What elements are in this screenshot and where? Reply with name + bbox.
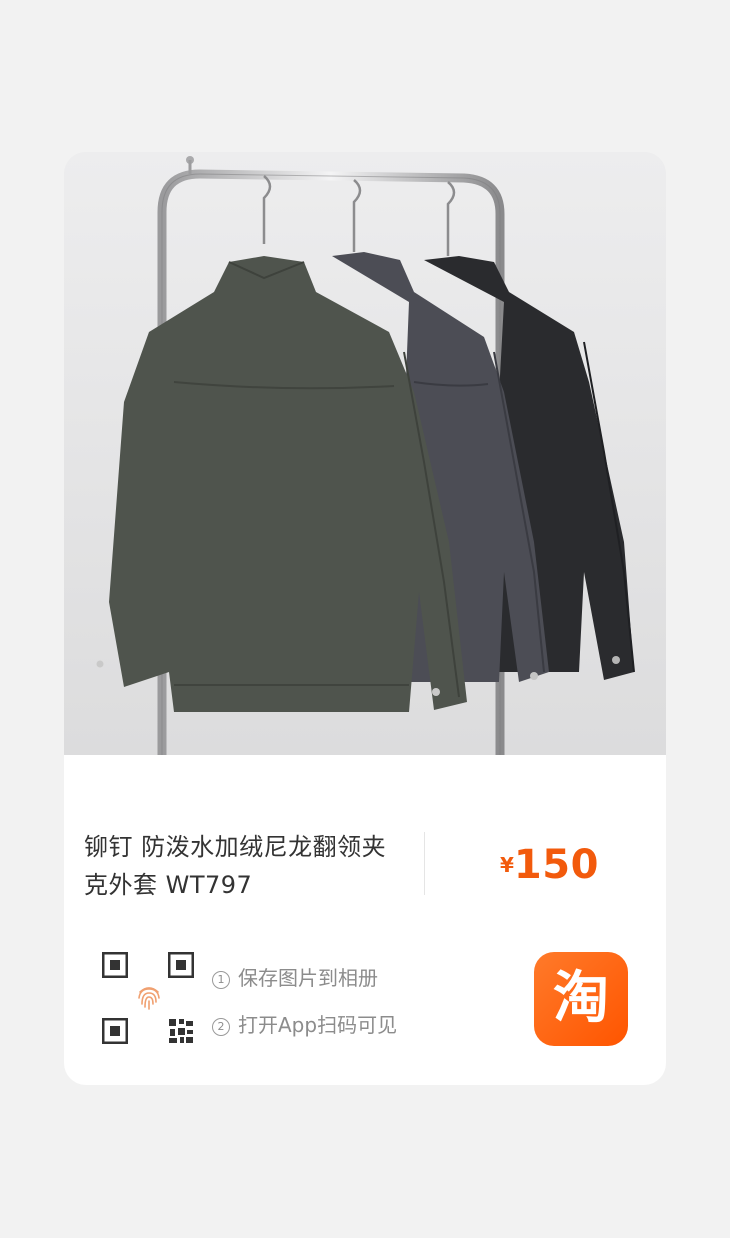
product-price: ¥150 (500, 842, 599, 888)
step-text: 打开App扫码可见 (238, 1013, 398, 1037)
instruction-step-1: 1 保存图片到相册 (212, 962, 378, 991)
price-value: 150 (513, 842, 599, 888)
qr-code-icon[interactable] (102, 952, 194, 1044)
qr-corner-icon (102, 952, 128, 978)
qr-corner-icon (102, 1018, 128, 1044)
step-number-badge: 2 (212, 1018, 230, 1036)
qr-corner-icon (168, 952, 194, 978)
taobao-app-icon[interactable]: 淘 (534, 952, 628, 1046)
instruction-step-2: 2 打开App扫码可见 (212, 1009, 397, 1038)
product-title: 铆钉 防泼水加绒尼龙翻领夹克外套 WT797 (84, 833, 387, 899)
step-number-badge: 1 (212, 971, 230, 989)
step-text: 保存图片到相册 (238, 966, 378, 990)
divider (424, 832, 425, 895)
jackets-illustration (64, 152, 666, 755)
product-image[interactable] (64, 152, 666, 755)
qr-pattern-icon (169, 1019, 193, 1043)
product-share-card: 铆钉 防泼水加绒尼龙翻领夹克外套 WT797 ¥150 1 保存图片到相册 2 … (64, 152, 666, 1085)
currency-symbol: ¥ (500, 853, 514, 877)
fingerprint-icon (138, 987, 160, 1010)
